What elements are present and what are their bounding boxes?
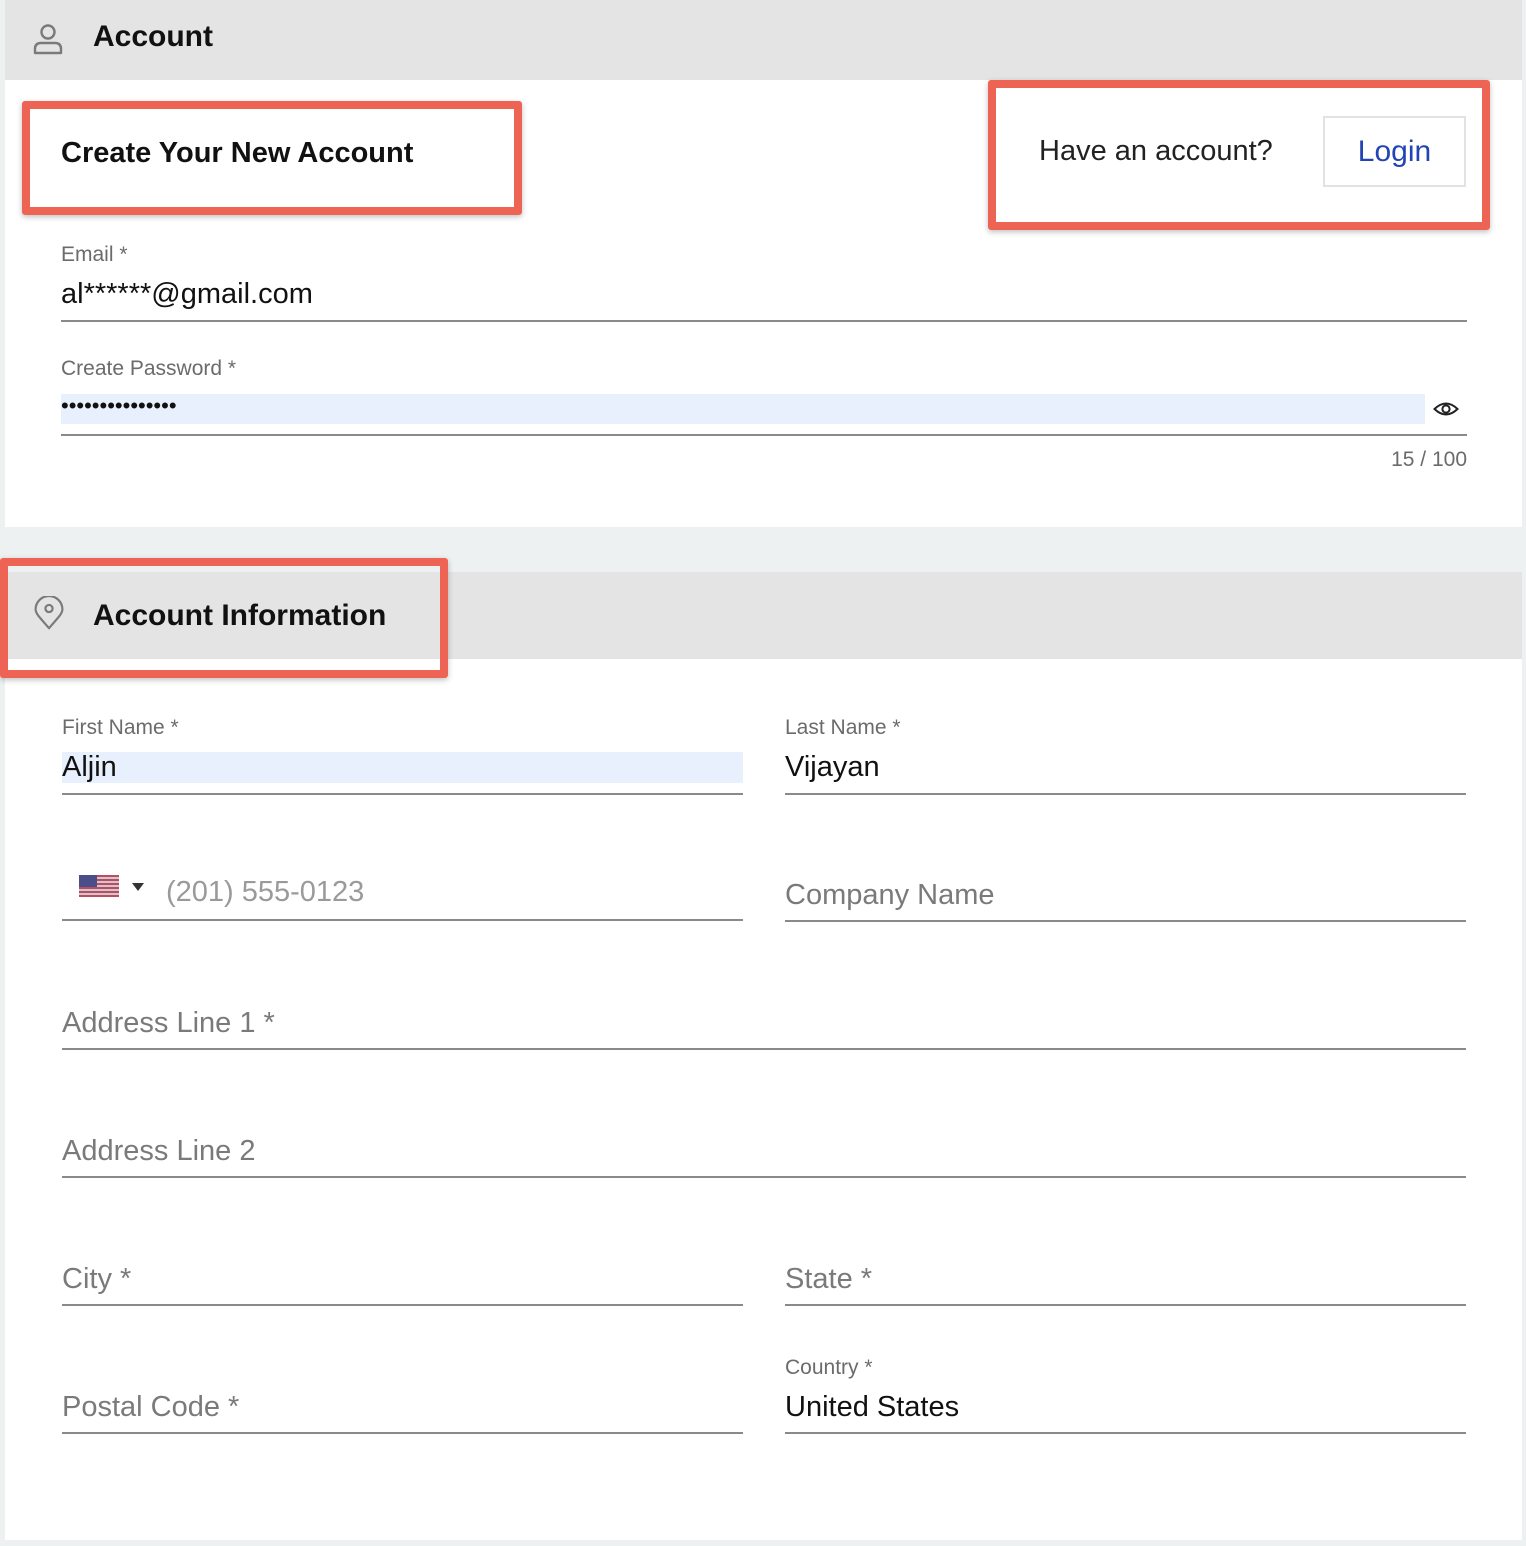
have-account-text: Have an account?: [1039, 135, 1273, 168]
postal-code-underline: [62, 1432, 743, 1434]
last-name-field[interactable]: Vijayan: [785, 751, 880, 784]
email-label: Email *: [61, 243, 128, 267]
email-underline: [61, 320, 1467, 322]
first-name-label: First Name *: [62, 716, 179, 740]
phone-input[interactable]: (201) 555-0123: [166, 876, 364, 909]
company-name-field[interactable]: Company Name: [785, 879, 995, 912]
address-line-1-field[interactable]: Address Line 1 *: [62, 1007, 275, 1040]
account-info-header: Account Information: [5, 572, 1522, 659]
password-autofill-bg: [61, 394, 1425, 424]
password-underline: [61, 434, 1467, 436]
email-field[interactable]: al******@gmail.com: [61, 278, 313, 311]
login-button[interactable]: Login: [1323, 116, 1466, 187]
account-card: Account Create Your New Account Have an …: [5, 0, 1522, 527]
country-label: Country *: [785, 1356, 873, 1380]
location-pin-icon: [32, 596, 66, 630]
chevron-down-icon: [132, 883, 144, 891]
first-name-autofill-bg: [62, 752, 743, 783]
account-header: Account: [5, 0, 1522, 80]
phone-underline: [62, 919, 743, 921]
address-line-2-underline: [62, 1176, 1466, 1178]
password-counter: 15 / 100: [1391, 448, 1467, 472]
last-name-underline: [785, 793, 1466, 795]
phone-country-selector[interactable]: [77, 868, 157, 904]
account-info-card: Account Information First Name * Aljin L…: [5, 572, 1522, 1540]
first-name-field[interactable]: Aljin: [62, 751, 117, 784]
first-name-underline: [62, 793, 743, 795]
password-field[interactable]: •••••••••••••••: [61, 393, 177, 419]
us-flag-icon: [79, 875, 119, 897]
address-line-1-underline: [62, 1048, 1466, 1050]
city-field[interactable]: City *: [62, 1263, 131, 1296]
account-header-title: Account: [93, 20, 213, 54]
last-name-label: Last Name *: [785, 716, 901, 740]
account-info-header-title: Account Information: [93, 599, 386, 633]
person-icon: [31, 22, 65, 56]
company-underline: [785, 920, 1466, 922]
password-label: Create Password *: [61, 357, 236, 381]
create-account-title: Create Your New Account: [61, 137, 413, 170]
state-field[interactable]: State *: [785, 1263, 872, 1296]
city-underline: [62, 1304, 743, 1306]
address-line-2-field[interactable]: Address Line 2: [62, 1135, 255, 1168]
country-underline: [785, 1432, 1466, 1434]
state-underline: [785, 1304, 1466, 1306]
postal-code-field[interactable]: Postal Code *: [62, 1391, 239, 1424]
country-select[interactable]: United States: [785, 1391, 959, 1424]
eye-icon[interactable]: [1433, 400, 1459, 418]
